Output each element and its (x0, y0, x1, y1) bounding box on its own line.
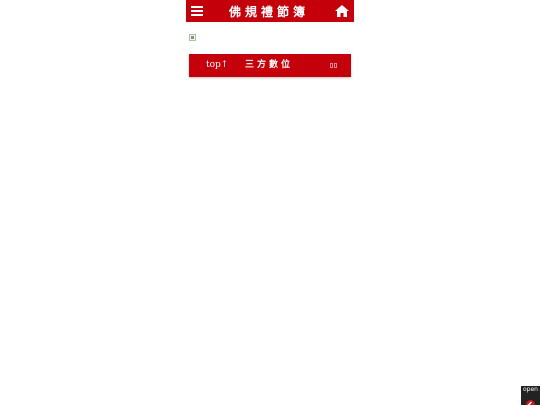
chevron-left-icon (526, 394, 535, 405)
open-widget-button[interactable]: open (521, 386, 540, 405)
section-title: 三方數位 (245, 60, 294, 70)
hamburger-menu-icon[interactable] (191, 6, 203, 16)
page: 佛規禮節簿 top↑ 三方數位 open (0, 0, 540, 405)
section-nav-bar: top↑ 三方數位 (189, 54, 351, 77)
language-toggle-icon[interactable] (330, 63, 338, 68)
broken-image-placeholder (189, 34, 196, 41)
header-bar: 佛規禮節簿 (186, 0, 354, 22)
page-title: 佛規禮節簿 (228, 4, 309, 19)
open-label: open (523, 386, 538, 393)
back-to-top-link[interactable]: top↑ (206, 54, 228, 77)
home-icon[interactable] (334, 5, 349, 17)
